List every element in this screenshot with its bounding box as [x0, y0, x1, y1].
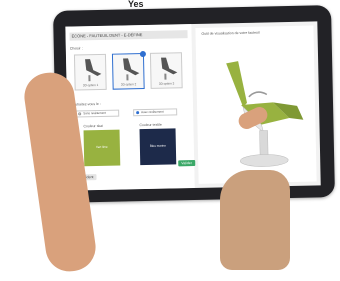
swatch-text: Vert lime — [95, 144, 108, 150]
radio-label: Avec revêtement — [141, 109, 164, 115]
radio-sans-revetement[interactable]: Sans revêtement — [75, 109, 120, 118]
chair-icon — [85, 59, 102, 82]
option-card-1[interactable]: 3D option 1 — [73, 53, 107, 91]
chair-icon — [123, 58, 140, 81]
configurator-panel: ÉCONE - FAUTEUIL DENT - E-DÉFINE Choisir… — [65, 24, 195, 191]
page-header-text: Yes — [128, 0, 144, 8]
tablet-device: ÉCONE - FAUTEUIL DENT - E-DÉFINE Choisir… — [53, 5, 335, 203]
radio-dot — [78, 112, 82, 116]
color-swatch-green[interactable]: Vert lime — [83, 129, 121, 167]
selected-check-icon — [139, 50, 147, 58]
preview-panel: Outil de visualisation de votre fauteuil — [195, 25, 317, 184]
chair-icon — [161, 57, 178, 80]
configurator-title: ÉCONE - FAUTEUIL DENT - E-DÉFINE — [69, 30, 188, 41]
option-caption: 3D option 1 — [82, 83, 99, 88]
radio-avec-revetement[interactable]: Avec revêtement — [133, 108, 178, 117]
radio-label: Sans revêtement — [83, 110, 106, 116]
tablet-screen: ÉCONE - FAUTEUIL DENT - E-DÉFINE Choisir… — [65, 21, 321, 191]
swatch-label-skai: Couleur skai — [83, 123, 103, 129]
options-label: Choisir : — [69, 46, 83, 51]
right-hand — [220, 170, 290, 270]
option-caption: 3D option 2 — [120, 82, 137, 87]
color-swatch-navy[interactable]: Bleu marine — [139, 128, 177, 166]
swatch-text: Bleu marine — [149, 143, 166, 148]
swatch-label-textile: Couleur textile — [139, 122, 162, 128]
option-caption: 3D option 3 — [158, 81, 175, 86]
option-card-2[interactable]: 3D option 2 — [111, 50, 147, 90]
validate-button[interactable]: Valider — [178, 159, 195, 167]
option-card-3[interactable]: 3D option 3 — [149, 52, 183, 89]
radio-dot — [136, 111, 140, 115]
